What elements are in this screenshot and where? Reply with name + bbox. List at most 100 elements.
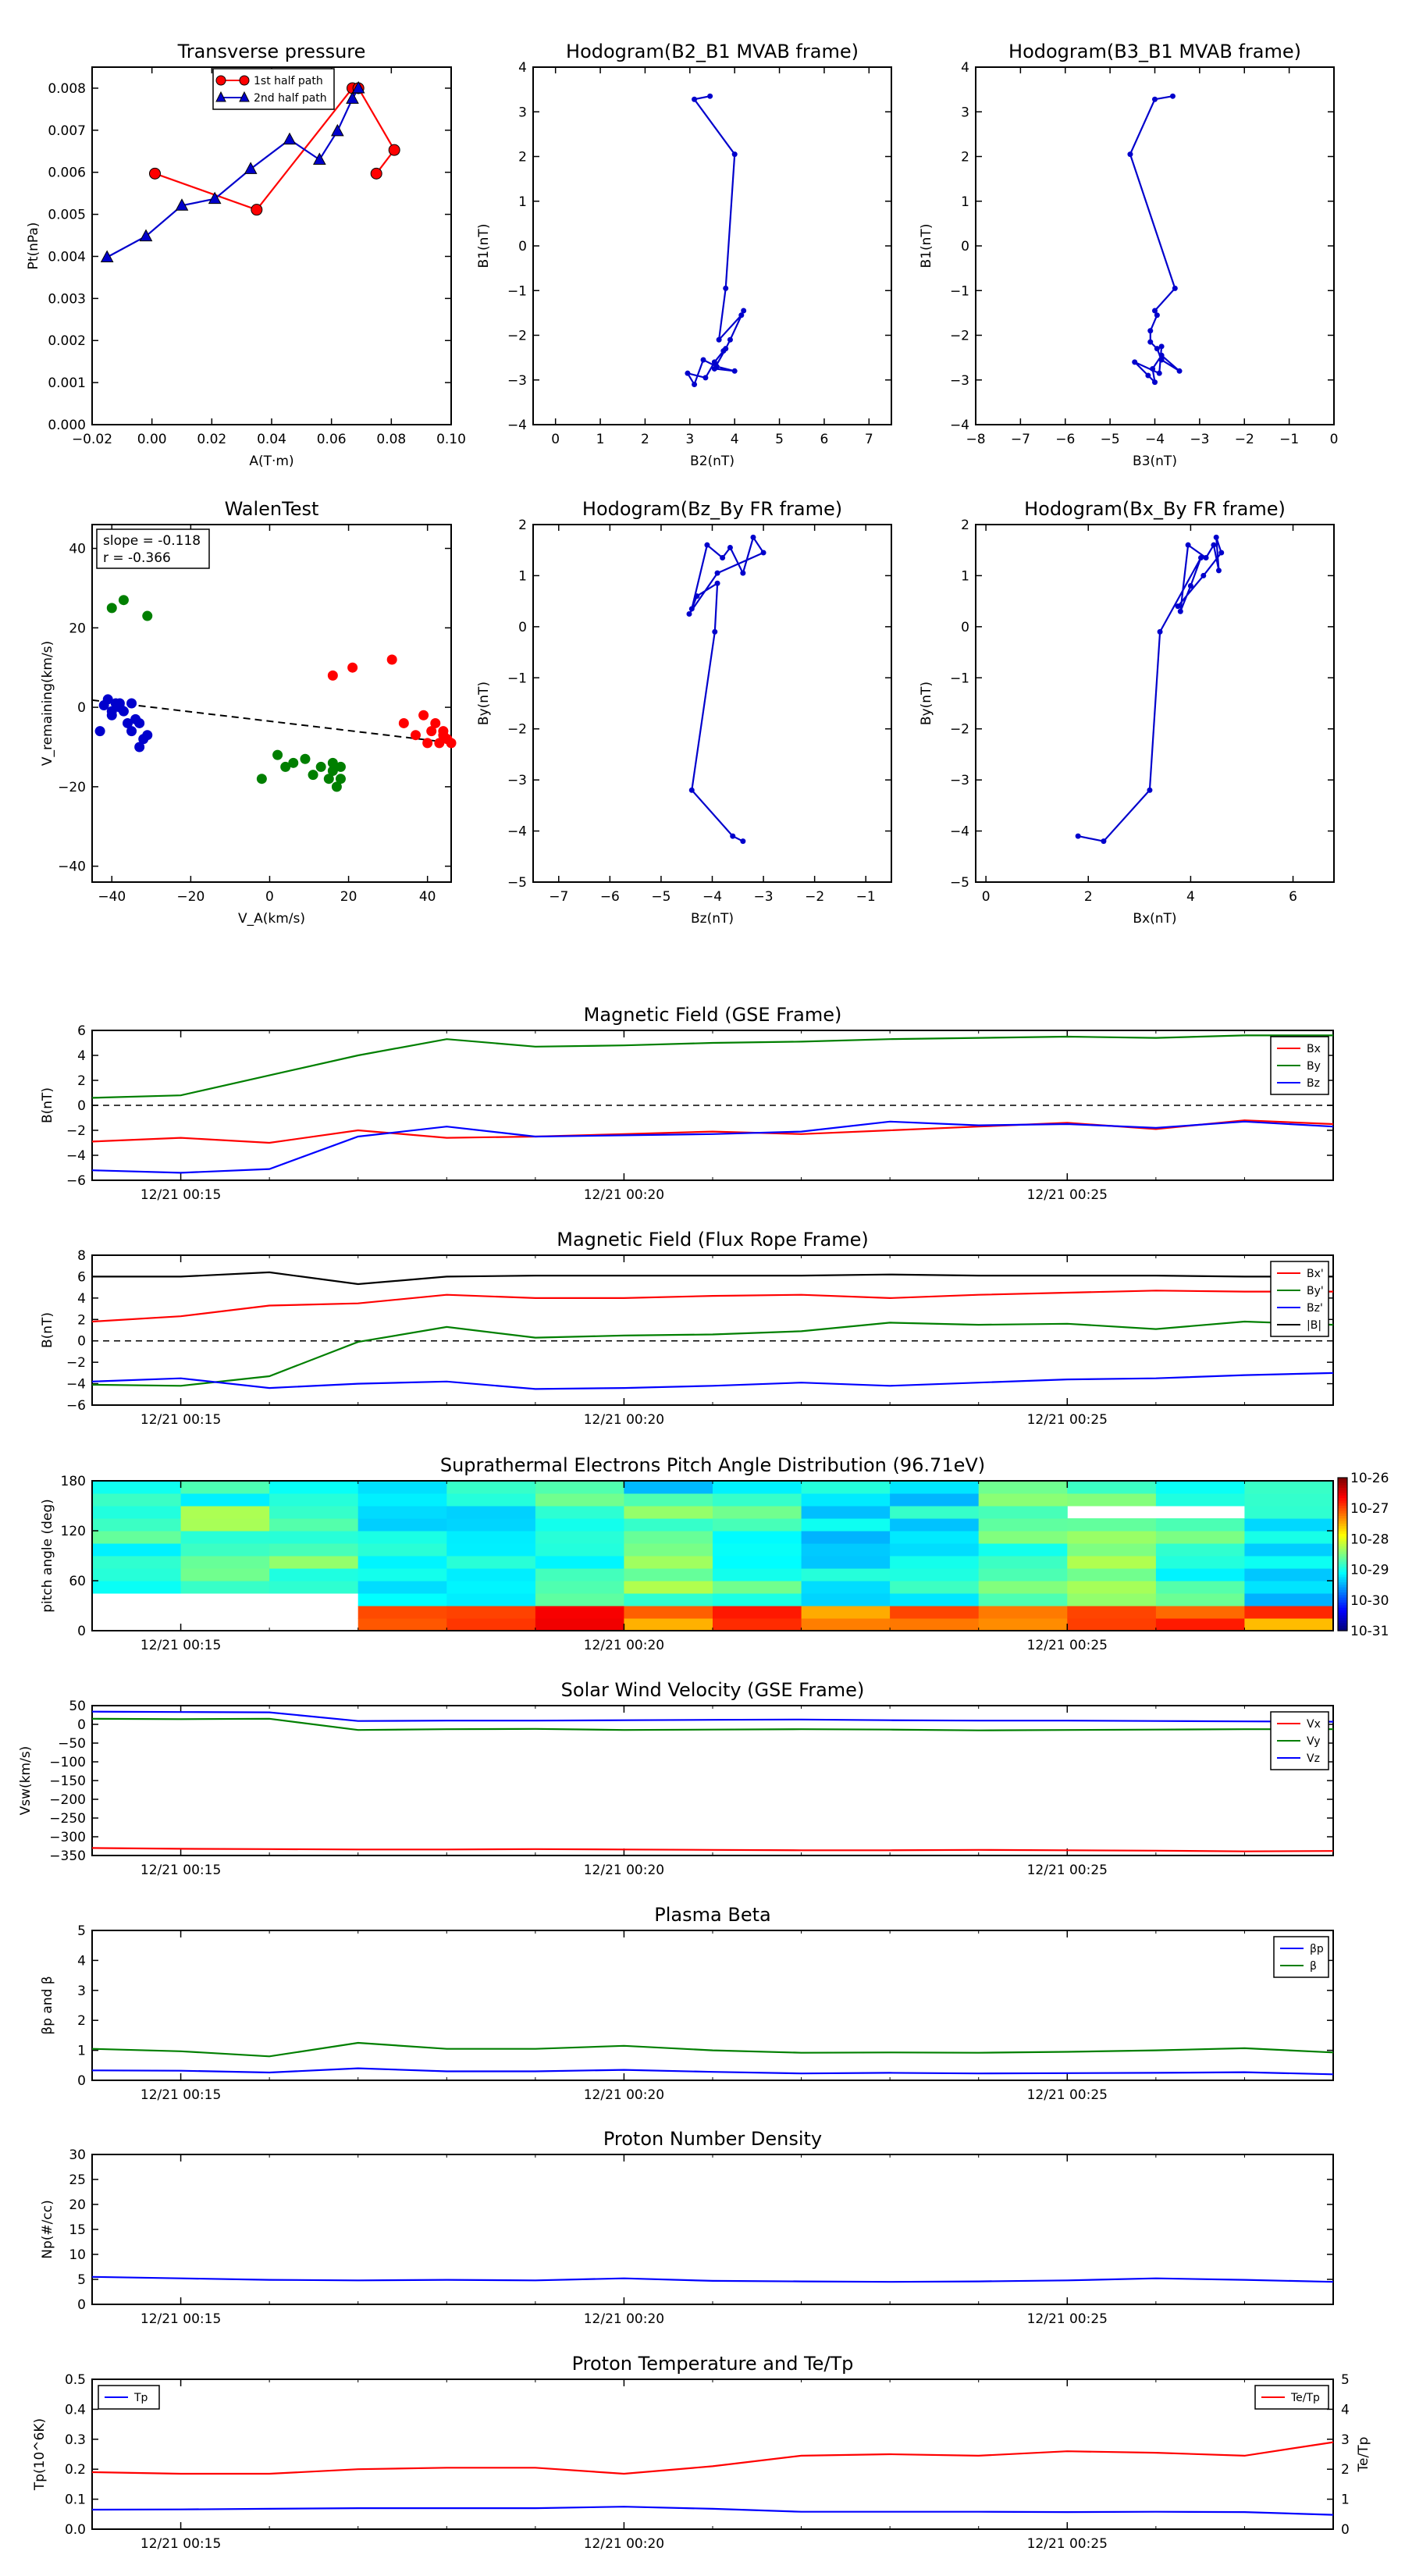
data-point (688, 787, 695, 793)
scatter-point (418, 710, 429, 720)
data-point (1169, 93, 1176, 99)
heatmap-cell (1067, 1593, 1157, 1606)
x-tick-label: 12/21 00:15 (140, 2311, 221, 2327)
y-tick-label: −150 (49, 1774, 86, 1789)
x-tick-label: 12/21 00:20 (584, 2536, 664, 2552)
data-point (1152, 379, 1158, 386)
heatmap-cell (269, 1481, 359, 1494)
y-tick-label: −2 (950, 329, 969, 344)
y-tick-label: −5 (507, 875, 527, 891)
heatmap-cell (713, 1606, 802, 1619)
heatmap-cell (1244, 1606, 1334, 1619)
y-tick-label: 3 (518, 105, 527, 120)
data-point (686, 611, 692, 617)
heatmap-cell (978, 1506, 1068, 1519)
heatmap-cell (535, 1481, 624, 1494)
y-tick-label: −4 (507, 824, 527, 840)
scatter-point (114, 698, 125, 709)
y-tick-label: 2 (77, 1073, 86, 1089)
data-point (727, 336, 733, 343)
heatmap-cell (535, 1606, 624, 1619)
heatmap-cell (713, 1593, 802, 1606)
x-tick-label: 2 (1084, 889, 1093, 905)
heatmap-cell (624, 1531, 713, 1544)
heatmap-cell (1155, 1493, 1245, 1507)
data-point (1152, 96, 1158, 102)
heatmap-cell (801, 1606, 891, 1619)
y-tick-label: −4 (507, 418, 527, 433)
data-point (1145, 372, 1151, 379)
heatmap-cell (357, 1543, 447, 1557)
heatmap-cell (713, 1481, 802, 1494)
heatmap-cell (890, 1618, 980, 1631)
heatmap-cell (801, 1506, 891, 1519)
heatmap-cell (446, 1581, 536, 1594)
y-tick-label: 0.004 (48, 249, 86, 265)
legend-label: Tp (133, 2392, 148, 2404)
y-tick-label: −6 (66, 1173, 86, 1189)
y-tick-label: 6 (77, 1269, 86, 1285)
x-tick-label: 7 (865, 432, 873, 447)
heatmap-cell (978, 1531, 1068, 1544)
heatmap-cell (1244, 1581, 1334, 1594)
heatmap-cell (978, 1518, 1068, 1532)
x-tick-label: −40 (98, 889, 126, 905)
heatmap-cell (446, 1618, 536, 1631)
heatmap-cell (624, 1493, 713, 1507)
heatmap-cell (624, 1518, 713, 1532)
x-tick-label: 2 (641, 432, 649, 447)
chart-title: Plasma Beta (654, 1904, 770, 1926)
heatmap-cell (269, 1493, 359, 1507)
heatmap-cell (535, 1556, 624, 1569)
heatmap-cell (978, 1556, 1068, 1569)
y-tick-label: 0.0 (65, 2522, 86, 2538)
data-point (388, 144, 400, 156)
legend-label: Te/Tp (1290, 2392, 1320, 2404)
data-point (740, 838, 746, 845)
heatmap-cell (713, 1581, 802, 1594)
y-tick-label: 0.1 (65, 2492, 86, 2508)
x-tick-label: −3 (1190, 432, 1209, 447)
heatmap-cell (978, 1568, 1068, 1582)
x-tick-label: 0.04 (257, 432, 286, 447)
y-tick-label: −250 (49, 1811, 86, 1827)
x-tick-label: −3 (754, 889, 774, 905)
y-tick-label: −300 (49, 1830, 86, 1845)
x-axis-label: V_A(km/s) (238, 911, 305, 927)
x-tick-label: 40 (419, 889, 436, 905)
x-tick-label: −5 (1101, 432, 1120, 447)
y-axis-label: B(nT) (40, 1312, 55, 1348)
heatmap-cell (92, 1568, 182, 1582)
chart-title: Transverse pressure (177, 41, 366, 62)
plot-frame (91, 1254, 1334, 1406)
colorbar-tick-label: 10-28 (1350, 1532, 1389, 1547)
data-point (1200, 572, 1207, 578)
plot-frame (91, 1705, 1334, 1856)
x-tick-label: 6 (1289, 889, 1297, 905)
y-tick-label: 0 (77, 2073, 86, 2089)
data-point (716, 336, 722, 343)
heatmap-cell (269, 1531, 359, 1544)
plot-frame (91, 1930, 1334, 2081)
y-tick-label: −3 (950, 373, 969, 389)
chart-title: Magnetic Field (Flux Rope Frame) (557, 1229, 868, 1251)
heatmap-cell (446, 1518, 536, 1532)
chart-title: Suprathermal Electrons Pitch Angle Distr… (440, 1454, 985, 1476)
y-tick-label: −200 (49, 1792, 86, 1808)
chart-title: Proton Number Density (603, 2128, 822, 2150)
x-tick-label: −1 (1279, 432, 1299, 447)
data-point (330, 123, 344, 137)
y-tick-label: −20 (58, 780, 86, 795)
y-axis-label: Tp(10^6K) (32, 2418, 48, 2491)
scatter-point (398, 717, 409, 728)
legend-label: Bx' (1307, 1268, 1324, 1280)
y-tick-label: −2 (507, 722, 527, 738)
heatmap-cell (92, 1556, 182, 1569)
heatmap-cell (713, 1518, 802, 1532)
data-point (731, 368, 738, 374)
x-tick-label: 12/21 00:25 (1027, 1412, 1108, 1428)
x-tick-label: 12/21 00:25 (1027, 1863, 1108, 1878)
y-tick-label: 2 (961, 518, 969, 533)
data-point (731, 151, 738, 158)
heatmap-cell (357, 1531, 447, 1544)
